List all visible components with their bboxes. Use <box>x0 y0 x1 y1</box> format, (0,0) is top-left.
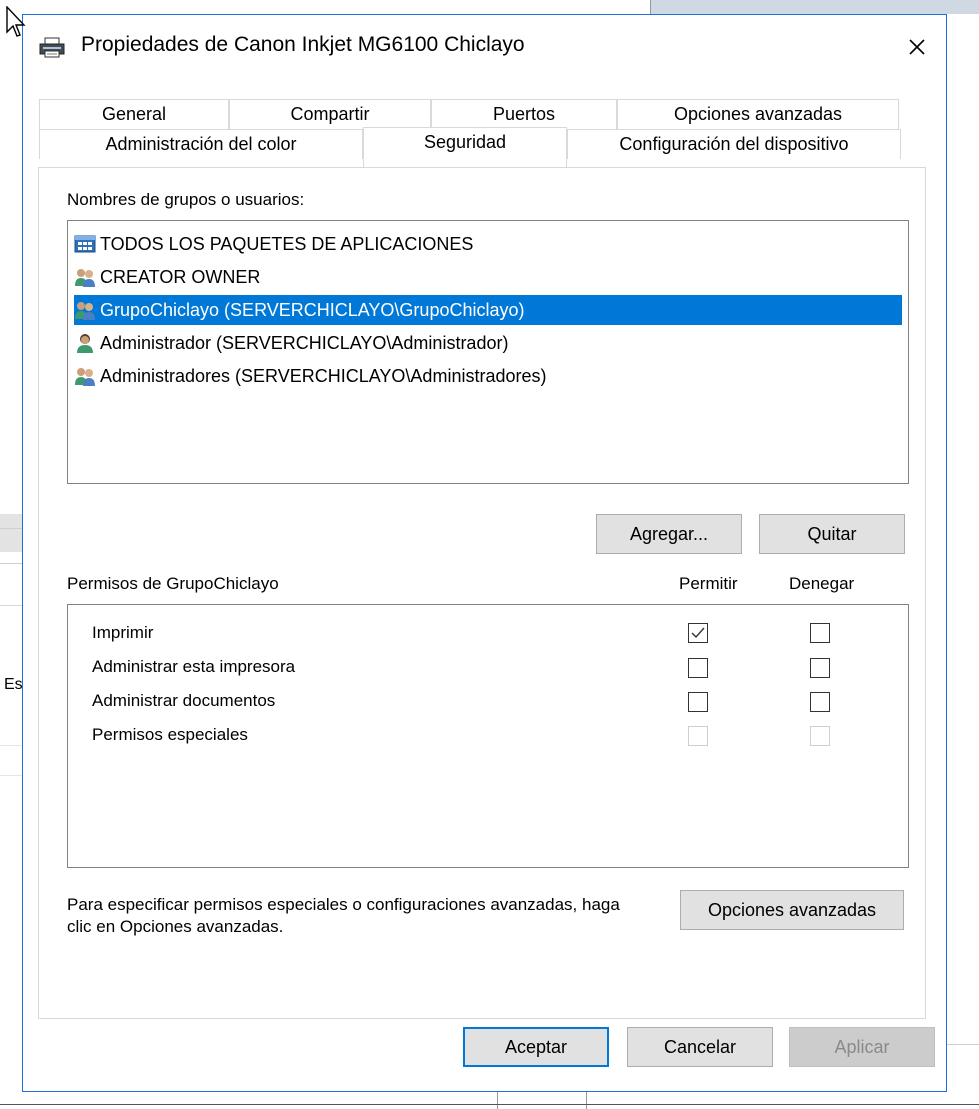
deny-checkbox-imprimir[interactable] <box>810 623 830 643</box>
permission-name: Administrar documentos <box>92 691 276 710</box>
deny-checkbox-permisos-especiales <box>810 726 830 746</box>
allow-checkbox-administrar-documentos[interactable] <box>688 692 708 712</box>
deny-checkbox-administrar-documentos[interactable] <box>810 692 830 712</box>
list-item-label: Administradores (SERVERCHICLAYO\Administ… <box>100 365 547 386</box>
background-divider <box>497 1092 498 1109</box>
tab-general[interactable]: General <box>39 99 229 129</box>
deny-checkbox-administrar-impresora[interactable] <box>810 658 830 678</box>
background-window-bar <box>650 0 979 14</box>
users-group-icon <box>75 302 95 320</box>
advanced-help-text: Para especificar permisos especiales o c… <box>67 895 620 936</box>
advanced-options-button[interactable]: Opciones avanzadas <box>680 890 904 930</box>
list-item-label: TODOS LOS PAQUETES DE APLICACIONES <box>100 233 474 254</box>
list-item-label: Administrador (SERVERCHICLAYO\Administra… <box>100 332 509 353</box>
background-panel-fragment <box>0 514 22 552</box>
permission-name: Administrar esta impresora <box>92 657 296 676</box>
groups-label: Nombres de grupos o usuarios: <box>67 190 305 209</box>
list-item[interactable]: CREATOR OWNER <box>74 262 260 292</box>
printer-properties-dialog: Propiedades de Canon Inkjet MG6100 Chicl… <box>22 14 947 1092</box>
users-group-icon <box>75 368 95 386</box>
close-button[interactable] <box>888 15 946 79</box>
background-divider <box>0 528 22 529</box>
app-packages-icon <box>74 235 96 253</box>
allow-column-header: Permitir <box>679 574 738 593</box>
list-item[interactable]: TODOS LOS PAQUETES DE APLICACIONES <box>74 229 473 259</box>
tab-opciones-avanzadas[interactable]: Opciones avanzadas <box>617 99 899 129</box>
tab-puertos[interactable]: Puertos <box>431 99 617 129</box>
check-icon <box>691 627 705 639</box>
background-divider <box>0 775 22 776</box>
add-button[interactable]: Agregar... <box>596 514 742 554</box>
background-divider <box>0 563 22 564</box>
deny-column-header: Denegar <box>789 574 855 593</box>
allow-checkbox-imprimir[interactable] <box>688 623 708 643</box>
allow-checkbox-permisos-especiales <box>688 726 708 746</box>
mouse-cursor-icon <box>6 6 26 37</box>
title-bar[interactable]: Propiedades de Canon Inkjet MG6100 Chicl… <box>23 15 946 79</box>
allow-checkbox-administrar-impresora[interactable] <box>688 658 708 678</box>
background-divider <box>0 605 22 606</box>
tab-seguridad[interactable]: Seguridad <box>363 127 567 167</box>
user-icon <box>77 334 93 353</box>
remove-button[interactable]: Quitar <box>759 514 905 554</box>
security-tab-panel: Nombres de grupos o usuarios: TODOS LOS … <box>38 167 926 1019</box>
permissions-list: Imprimir Administrar esta impresora Admi… <box>67 604 909 868</box>
background-taskbar-edge <box>0 1104 979 1105</box>
tab-compartir[interactable]: Compartir <box>229 99 431 129</box>
ok-button[interactable]: Aceptar <box>463 1027 609 1067</box>
permissions-label: Permisos de GrupoChiclayo <box>67 574 279 593</box>
list-item[interactable]: Administrador (SERVERCHICLAYO\Administra… <box>74 328 508 358</box>
background-divider <box>0 745 22 746</box>
groups-users-list[interactable]: TODOS LOS PAQUETES DE APLICACIONES CREAT… <box>67 220 909 484</box>
window-title: Propiedades de Canon Inkjet MG6100 Chicl… <box>81 33 525 56</box>
users-group-icon <box>75 269 95 287</box>
tab-administracion-color[interactable]: Administración del color <box>39 129 363 159</box>
close-icon <box>909 39 925 55</box>
background-divider <box>586 1092 587 1109</box>
background-text-fragment: Es <box>4 676 23 693</box>
list-item-label: CREATOR OWNER <box>100 266 261 287</box>
permission-name: Permisos especiales <box>92 725 248 744</box>
cancel-button[interactable]: Cancelar <box>627 1027 773 1067</box>
permission-name: Imprimir <box>92 623 154 642</box>
apply-button[interactable]: Aplicar <box>789 1027 935 1067</box>
tab-configuracion-dispositivo[interactable]: Configuración del dispositivo <box>567 129 901 159</box>
list-item[interactable]: Administradores (SERVERCHICLAYO\Administ… <box>74 361 546 391</box>
printer-icon <box>39 37 65 58</box>
list-item-selected[interactable]: GrupoChiclayo (SERVERCHICLAYO\GrupoChicl… <box>74 295 902 325</box>
list-item-label: GrupoChiclayo (SERVERCHICLAYO\GrupoChicl… <box>100 299 525 320</box>
